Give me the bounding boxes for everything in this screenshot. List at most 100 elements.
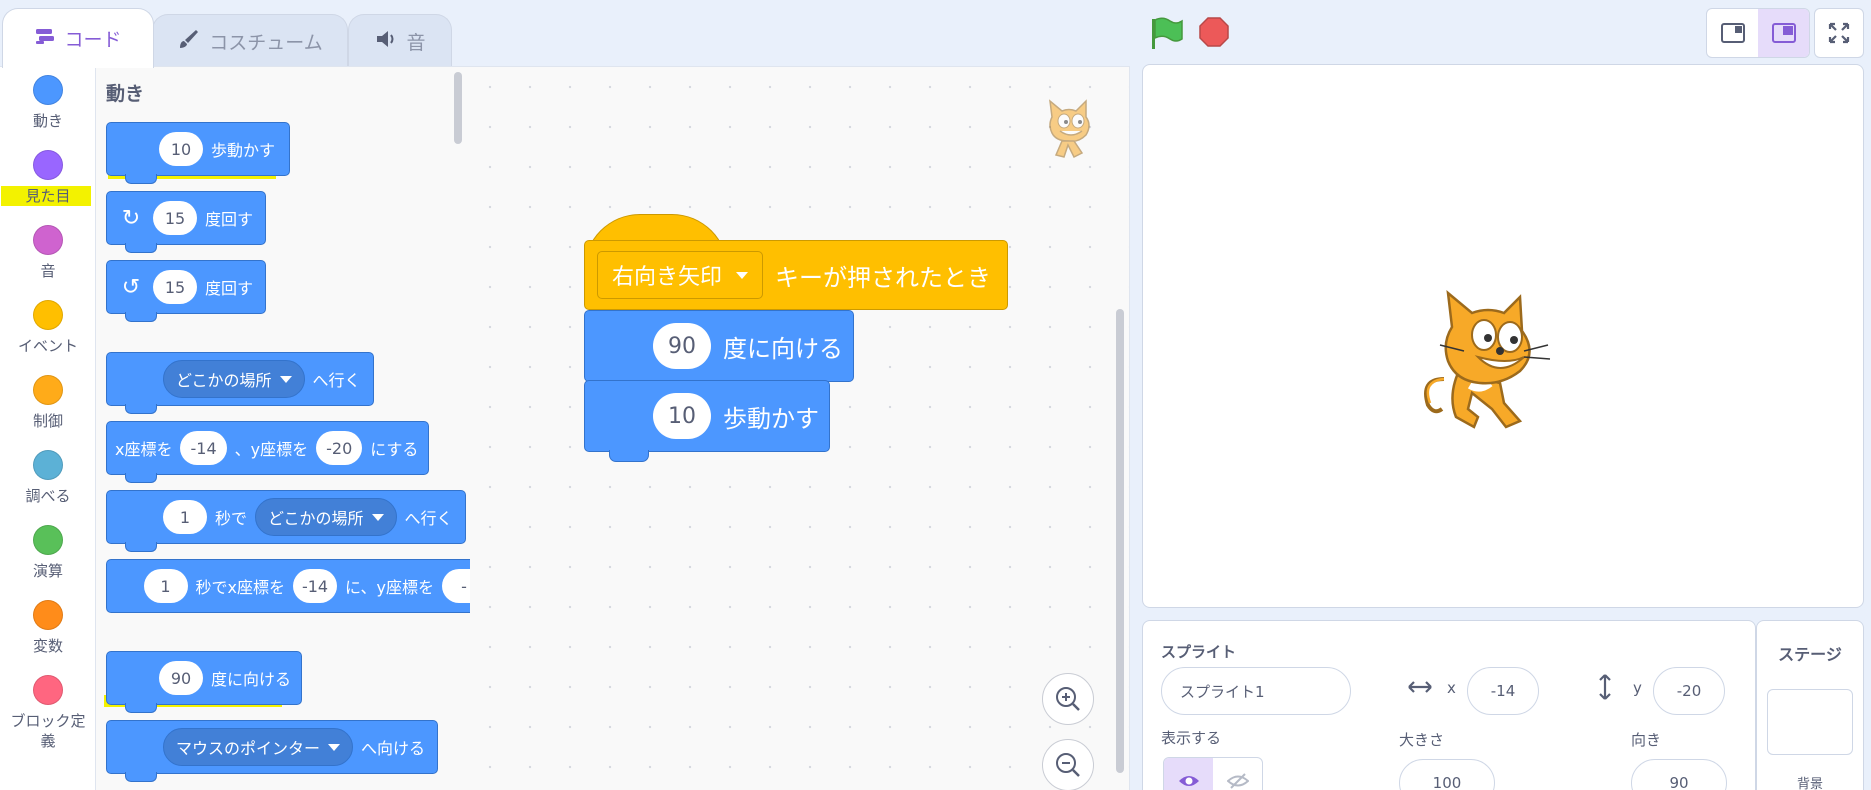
zoom-out-icon <box>1056 753 1080 777</box>
seconds-input[interactable]: 1 <box>143 569 188 603</box>
block-turn-left[interactable]: ↺ 15 度回す <box>106 260 267 322</box>
category-sensing[interactable]: 調べる <box>0 450 96 506</box>
x-position-field[interactable]: -14 <box>1467 667 1539 715</box>
category-motion-dot <box>33 75 63 105</box>
category-my-blocks-label: ブロック定 義 <box>10 712 86 750</box>
y-position-field[interactable]: -20 <box>1653 667 1725 715</box>
block-text: 歩動かす <box>211 141 276 160</box>
hide-sprite-button[interactable] <box>1213 758 1262 790</box>
tab-costumes[interactable]: コスチューム <box>152 14 348 68</box>
block-text: 秒でx座標を <box>195 578 285 597</box>
block-text: キーが押されたとき <box>775 263 992 292</box>
palette-scrollbar[interactable] <box>454 72 462 144</box>
block-text: へ行く <box>404 509 453 528</box>
category-variables[interactable]: 変数 <box>0 600 96 656</box>
towards-target-dropdown[interactable]: マウスのポインター <box>163 728 354 766</box>
small-stage-button[interactable] <box>1707 9 1758 57</box>
key-dropdown[interactable]: 右向き矢印 <box>597 251 764 299</box>
sprite-name-field[interactable]: スプライト1 <box>1161 667 1351 715</box>
chevron-down-icon <box>371 513 384 521</box>
green-flag-icon[interactable] <box>1146 14 1186 54</box>
paintbrush-icon <box>177 27 201 56</box>
normal-stage-button[interactable] <box>1758 9 1809 57</box>
y-label: y <box>1633 679 1642 697</box>
chevron-down-icon <box>736 271 749 279</box>
direction-field[interactable]: 90 <box>1631 759 1727 790</box>
zoom-in-button[interactable] <box>1042 673 1094 725</box>
block-text: 度に向ける <box>723 334 843 363</box>
category-looks-dot <box>33 150 63 180</box>
category-events-dot <box>33 300 63 330</box>
workspace-scrollbar[interactable] <box>1116 309 1124 773</box>
fullscreen-icon <box>1828 22 1850 44</box>
block-point-in-direction[interactable]: 90 度に向ける <box>106 651 303 713</box>
chevron-down-icon <box>328 743 341 751</box>
x-input[interactable]: -14 <box>180 431 227 465</box>
stage-canvas[interactable] <box>1142 64 1864 608</box>
dropdown-value: どこかの場所 <box>176 371 272 390</box>
show-label: 表示する <box>1161 729 1222 747</box>
block-text: 度回す <box>205 210 254 229</box>
category-operators-dot <box>33 525 63 555</box>
stop-icon[interactable] <box>1198 16 1230 48</box>
x-input[interactable]: -14 <box>293 569 337 603</box>
block-glide-to[interactable]: 1 秒で どこかの場所 へ行く <box>106 490 466 552</box>
category-my-blocks[interactable]: ブロック定 義 <box>0 675 96 751</box>
block-move-steps[interactable]: 10 歩動かす <box>106 122 291 184</box>
degrees-input[interactable]: 15 <box>153 270 197 304</box>
script-move-steps-block[interactable]: 10 歩動かす <box>584 380 830 462</box>
steps-input[interactable]: 10 <box>159 132 203 166</box>
block-text: 度に向ける <box>211 670 292 689</box>
eye-slash-icon <box>1226 773 1249 789</box>
block-turn-right[interactable]: ↻ 15 度回す <box>106 191 267 253</box>
palette-section-title: 動き <box>106 83 145 105</box>
zoom-out-button[interactable] <box>1042 739 1094 790</box>
category-control-dot <box>33 375 63 405</box>
eye-icon <box>1178 776 1199 786</box>
show-sprite-button[interactable] <box>1164 758 1213 790</box>
dropdown-value: マウスのポインター <box>176 739 321 758</box>
stage-title: ステージ <box>1778 645 1842 664</box>
glide-target-dropdown[interactable]: どこかの場所 <box>255 498 397 536</box>
category-operators-label: 演算 <box>32 562 63 580</box>
category-events[interactable]: イベント <box>0 300 96 356</box>
y-input[interactable]: - <box>442 569 470 603</box>
block-go-to-xy[interactable]: x座標を -14 、y座標を -20 にする <box>106 421 430 483</box>
block-point-towards[interactable]: マウスのポインター へ向ける <box>106 720 439 782</box>
category-sound-dot <box>33 225 63 255</box>
seconds-input[interactable]: 1 <box>163 500 207 534</box>
when-key-pressed-block[interactable]: 右向き矢印 キーが押されたとき <box>584 240 1008 310</box>
size-field[interactable]: 100 <box>1399 759 1495 790</box>
category-sound[interactable]: 音 <box>0 225 96 281</box>
block-text: に、y座標を <box>345 578 434 597</box>
cat-sprite-icon <box>1049 99 1090 159</box>
category-control[interactable]: 制御 <box>0 375 96 431</box>
stage-selector-panel[interactable]: ステージ 背景 <box>1756 620 1864 790</box>
direction-input[interactable]: 90 <box>159 661 203 695</box>
dropdown-value: どこかの場所 <box>268 509 364 528</box>
backdrop-label: 背景 <box>1796 777 1823 790</box>
category-motion[interactable]: 動き <box>0 75 96 131</box>
fullscreen-button[interactable] <box>1814 8 1864 58</box>
category-my-blocks-dot <box>33 675 63 705</box>
stage-thumbnail[interactable] <box>1767 689 1853 755</box>
block-go-to[interactable]: どこかの場所 へ行く <box>106 352 374 414</box>
tab-sounds-label: 音 <box>406 32 426 54</box>
tab-sounds[interactable]: 音 <box>348 14 452 68</box>
direction-input[interactable]: 90 <box>653 323 711 369</box>
sprite-label: スプライト <box>1161 643 1237 661</box>
dropdown-value: 右向き矢印 <box>612 265 723 290</box>
small-stage-icon <box>1720 23 1745 43</box>
degrees-input[interactable]: 15 <box>153 201 197 235</box>
size-label: 大きさ <box>1399 731 1445 749</box>
tab-code[interactable]: コード <box>2 8 154 68</box>
category-looks[interactable]: 見た目 <box>0 150 96 206</box>
goto-target-dropdown[interactable]: どこかの場所 <box>163 360 305 398</box>
block-glide-to-xy[interactable]: 1 秒でx座標を -14 に、y座標を - <box>106 559 470 613</box>
block-text: 度回す <box>205 279 254 298</box>
y-input[interactable]: -20 <box>316 431 363 465</box>
script-point-in-direction-block[interactable]: 90 度に向ける <box>584 310 854 392</box>
category-operators[interactable]: 演算 <box>0 525 96 581</box>
steps-input[interactable]: 10 <box>653 393 711 439</box>
cat-sprite[interactable] <box>1408 287 1568 447</box>
